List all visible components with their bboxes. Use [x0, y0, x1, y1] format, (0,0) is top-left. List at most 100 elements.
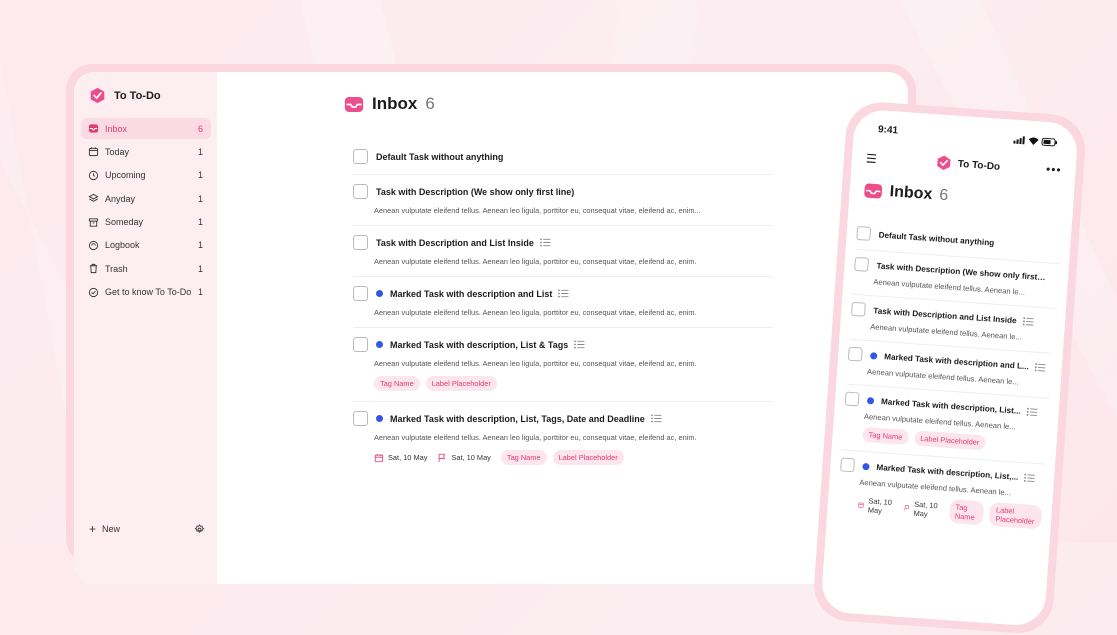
phone-brand: To To-Do: [935, 154, 1000, 174]
phone-title-count: 6: [938, 186, 949, 205]
status-time: 9:41: [877, 124, 899, 137]
task-row[interactable]: Marked Task with description and List Aen…: [353, 277, 773, 328]
tag-chip[interactable]: Tag Name: [862, 426, 909, 446]
task-meta: Sat, 10 May Sat, 10 May Tag Name Label Plac…: [374, 450, 773, 465]
task-row[interactable]: Marked Task with description, List & Tag…: [353, 328, 773, 402]
tag-chip[interactable]: Label Placeholder: [425, 376, 497, 391]
task-checkbox[interactable]: [844, 391, 860, 407]
task-date[interactable]: Sat, 10 May: [857, 496, 894, 516]
task-title: Marked Task with description, List...: [880, 396, 1022, 416]
task-checkbox[interactable]: [353, 411, 368, 426]
task-title: Marked Task with description, List,...: [876, 462, 1019, 482]
sidebar-item-upcoming[interactable]: Upcoming 1: [81, 165, 211, 186]
sidebar-item-get-to-know-to-to-do[interactable]: Get to know To To-Do 1: [81, 282, 211, 303]
tag-chip[interactable]: Label Placeholder: [988, 501, 1043, 530]
task-checkbox[interactable]: [353, 149, 368, 164]
calendar-icon: [374, 453, 384, 462]
inbox-icon: [88, 124, 99, 133]
task-deadline[interactable]: Sat, 10 May: [437, 453, 491, 463]
task-checkbox[interactable]: [353, 337, 368, 352]
flag-icon: [439, 453, 446, 462]
task-row[interactable]: Task with Description and List Inside Aen…: [353, 226, 773, 277]
new-button[interactable]: + New: [89, 522, 120, 536]
task-checkbox[interactable]: [353, 184, 368, 199]
check-circle-icon: [88, 287, 99, 297]
task-deadline[interactable]: Sat, 10 May: [903, 499, 940, 519]
task-checkbox[interactable]: [840, 457, 856, 473]
task-title: Default Task without anything: [376, 151, 504, 162]
phone-screen: 9:41 ☰ To To-Do ••• Inbox 6 Default Task…: [820, 108, 1079, 627]
list-icon: [539, 238, 551, 247]
list-icon: [650, 414, 662, 423]
sidebar-item-count: 1: [197, 240, 203, 251]
task-list: Default Task without anything Task with D…: [353, 140, 773, 475]
more-icon[interactable]: •••: [1046, 162, 1063, 177]
sidebar-item-label: Get to know To To-Do: [105, 287, 192, 298]
sidebar-item-logbook[interactable]: Logbook 1: [81, 235, 211, 256]
settings-gear-icon[interactable]: [194, 523, 205, 535]
sidebar-item-trash[interactable]: Trash 1: [81, 258, 211, 279]
sidebar-item-count: 1: [197, 287, 203, 298]
sidebar-item-count: 1: [197, 263, 203, 274]
task-description: Aenean vulputate eleifend tellus. Aenean…: [374, 257, 697, 266]
phone-frame: 9:41 ☰ To To-Do ••• Inbox 6 Default Task…: [811, 100, 1088, 635]
tag-chip[interactable]: Tag Name: [500, 450, 547, 465]
task-description: Aenean vulputate eleifend tellus. Aenean…: [374, 308, 697, 317]
status-icons: [1013, 134, 1058, 148]
marker-dot: [870, 351, 878, 360]
sidebar-item-label: Today: [105, 146, 130, 157]
page-title-count: 6: [425, 94, 435, 113]
marker-dot: [376, 415, 383, 422]
signal-icon: [1013, 135, 1025, 144]
task-row[interactable]: Default Task without anything: [353, 140, 773, 175]
battery-icon: [1041, 137, 1058, 146]
task-checkbox[interactable]: [353, 286, 368, 301]
tag-chip[interactable]: Label Placeholder: [552, 450, 624, 465]
task-title: Task with Description and List Inside: [376, 237, 534, 248]
status-bar: 9:41: [878, 124, 1058, 148]
list-icon: [558, 289, 569, 298]
task-description: Aenean vulputate eleifend tellus. Aenean…: [374, 359, 697, 368]
tag-chip[interactable]: Tag Name: [948, 499, 985, 526]
phone-title-text: Inbox: [889, 183, 933, 204]
task-title: Task with Description and List Inside: [873, 305, 1017, 325]
book-icon: [88, 240, 99, 251]
tag-chip[interactable]: Tag Name: [374, 376, 420, 391]
marker-dot: [866, 396, 875, 405]
sidebar-item-label: Upcoming: [105, 170, 146, 181]
main-content: Inbox 6 Default Task without anything Tas…: [217, 72, 908, 584]
marker-dot: [862, 462, 870, 470]
task-row[interactable]: Task with Description (We show only firs…: [353, 175, 773, 226]
sidebar-item-inbox[interactable]: Inbox 6: [81, 118, 211, 139]
sidebar-item-someday[interactable]: Someday 1: [81, 212, 211, 233]
task-checkbox[interactable]: [847, 346, 863, 362]
task-date[interactable]: Sat, 10 May: [374, 453, 427, 463]
task-title: Default Task without anything: [878, 229, 995, 248]
sidebar-item-count: 1: [197, 146, 203, 157]
task-checkbox[interactable]: [353, 235, 368, 250]
task-meta: Sat, 10 May Sat, 10 May Tag Name Label Plac…: [857, 493, 1043, 530]
task-checkbox[interactable]: [856, 225, 872, 241]
task-row[interactable]: Marked Task with description, List, Tags…: [353, 402, 773, 475]
app-logo-icon: [90, 87, 105, 104]
task-row[interactable]: Marked Task with description, List,... Ae…: [836, 450, 1045, 538]
phone-brand-name: To To-Do: [957, 158, 1001, 173]
brand: To To-Do: [89, 87, 161, 104]
clock-icon: [88, 170, 99, 180]
inbox-tray-icon: [864, 183, 883, 199]
sidebar-item-today[interactable]: Today 1: [81, 141, 211, 162]
sidebar-item-count: 1: [197, 217, 203, 228]
calendar-icon: [858, 502, 864, 508]
tag-chip[interactable]: Label Placeholder: [913, 430, 986, 451]
sidebar-item-anyday[interactable]: Anyday 1: [81, 188, 211, 209]
task-checkbox[interactable]: [850, 301, 866, 317]
task-checkbox[interactable]: [854, 256, 870, 272]
sidebar-item-count: 6: [197, 123, 203, 134]
task-meta: Tag Name Label Placeholder: [374, 376, 773, 391]
menu-icon[interactable]: ☰: [865, 151, 877, 166]
wifi-icon: [1028, 137, 1039, 145]
app-name: To To-Do: [114, 89, 161, 102]
task-date-text: Sat, 10 May: [867, 496, 893, 516]
archive-icon: [88, 217, 99, 227]
task-deadline-text: Sat, 10 May: [913, 499, 938, 519]
